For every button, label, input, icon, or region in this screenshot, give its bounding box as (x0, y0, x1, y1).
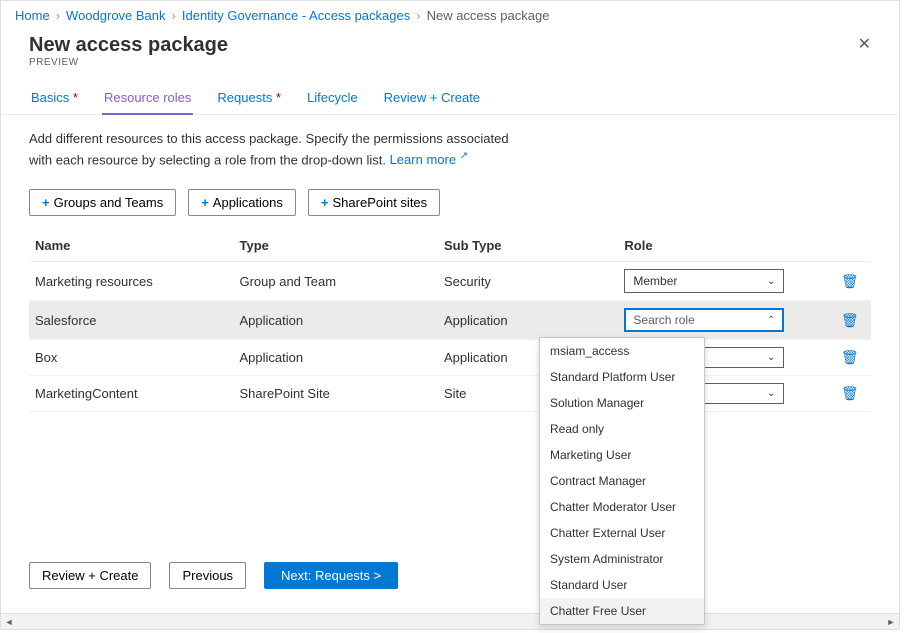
delete-icon[interactable]: 🗑 (841, 385, 859, 401)
dropdown-option[interactable]: Standard User (540, 572, 704, 598)
chevron-down-icon: ⌄ (767, 388, 775, 399)
external-link-icon: ↗ (460, 151, 468, 162)
previous-button[interactable]: Previous (169, 562, 246, 589)
add-resource-buttons: + Groups and Teams + Applications + Shar… (1, 169, 899, 226)
chevron-right-icon: › (170, 8, 178, 23)
dropdown-option[interactable]: System Administrator (540, 546, 704, 572)
tab-review-create[interactable]: Review + Create (382, 90, 482, 114)
dropdown-option[interactable]: Marketing User (540, 442, 704, 468)
tab-bar: Basics * Resource roles Requests * Lifec… (1, 68, 899, 115)
table-row: MarketingContent SharePoint Site Site ⌄ … (29, 376, 871, 412)
preview-label: PREVIEW (29, 57, 228, 68)
add-sharepoint-sites-button[interactable]: + SharePoint sites (308, 189, 440, 216)
dropdown-option[interactable]: Chatter Free User (540, 598, 704, 624)
scroll-right-icon[interactable]: ► (883, 617, 899, 627)
cell-name: Box (29, 340, 233, 376)
horizontal-scrollbar[interactable]: ◄ ► (1, 613, 899, 629)
review-create-button[interactable]: Review + Create (29, 562, 151, 589)
chevron-up-icon: ⌃ (767, 315, 775, 326)
footer-buttons: Review + Create Previous Next: Requests … (29, 562, 398, 589)
table-row: Salesforce Application Application Searc… (29, 301, 871, 340)
col-header-name[interactable]: Name (29, 230, 233, 262)
plus-icon: + (321, 195, 329, 210)
role-select[interactable]: Search role ⌃ (624, 308, 784, 332)
dropdown-option[interactable]: Contract Manager (540, 468, 704, 494)
breadcrumb-link[interactable]: Home (15, 8, 50, 23)
cell-type: Application (233, 301, 437, 340)
table-row: Marketing resources Group and Team Secur… (29, 262, 871, 301)
add-applications-button[interactable]: + Applications (188, 189, 296, 216)
plus-icon: + (42, 195, 50, 210)
dropdown-option[interactable]: Chatter External User (540, 520, 704, 546)
cell-name: Salesforce (29, 301, 233, 340)
delete-icon[interactable]: 🗑 (841, 312, 859, 328)
table-header-row: Name Type Sub Type Role (29, 230, 871, 262)
scroll-left-icon[interactable]: ◄ (1, 617, 17, 627)
breadcrumb-link[interactable]: Woodgrove Bank (66, 8, 166, 23)
breadcrumb-link[interactable]: Identity Governance - Access packages (182, 8, 410, 23)
add-groups-teams-button[interactable]: + Groups and Teams (29, 189, 176, 216)
tab-resource-roles[interactable]: Resource roles (102, 90, 193, 115)
breadcrumb-current: New access package (427, 8, 550, 23)
page-header: New access package PREVIEW ✕ (1, 27, 899, 68)
tab-basics[interactable]: Basics * (29, 90, 80, 114)
dropdown-option[interactable]: Read only (540, 416, 704, 442)
table-row: Box Application Application ⌄ 🗑 (29, 340, 871, 376)
required-indicator: * (272, 90, 281, 105)
col-header-role[interactable]: Role (618, 230, 835, 262)
dropdown-option[interactable]: msiam_access (540, 338, 704, 364)
required-indicator: * (69, 90, 78, 105)
tab-lifecycle[interactable]: Lifecycle (305, 90, 360, 114)
cell-name: MarketingContent (29, 376, 233, 412)
cell-type: Application (233, 340, 437, 376)
col-header-type[interactable]: Type (233, 230, 437, 262)
dropdown-option[interactable]: Solution Manager (540, 390, 704, 416)
close-icon[interactable]: ✕ (850, 33, 879, 57)
delete-icon[interactable]: 🗑 (841, 349, 859, 365)
delete-icon[interactable]: 🗑 (841, 273, 859, 289)
dropdown-option[interactable]: Standard Platform User (540, 364, 704, 390)
cell-subtype: Security (438, 262, 618, 301)
page-root: Home › Woodgrove Bank › Identity Governa… (0, 0, 900, 630)
cell-subtype: Application (438, 301, 618, 340)
page-title: New access package (29, 33, 228, 57)
description-text: Add different resources to this access p… (1, 115, 561, 169)
tab-requests[interactable]: Requests * (215, 90, 283, 114)
scrollbar-track[interactable] (17, 614, 883, 629)
cell-type: SharePoint Site (233, 376, 437, 412)
next-button[interactable]: Next: Requests > (264, 562, 398, 589)
breadcrumb: Home › Woodgrove Bank › Identity Governa… (1, 1, 899, 27)
chevron-right-icon: › (54, 8, 62, 23)
cell-type: Group and Team (233, 262, 437, 301)
dropdown-option[interactable]: Chatter Moderator User (540, 494, 704, 520)
role-dropdown: msiam_access Standard Platform User Solu… (539, 337, 705, 625)
col-header-subtype[interactable]: Sub Type (438, 230, 618, 262)
chevron-down-icon: ⌄ (767, 352, 775, 363)
resources-table: Name Type Sub Type Role Marketing resour… (29, 230, 871, 412)
chevron-down-icon: ⌄ (767, 276, 775, 287)
role-select[interactable]: Member ⌄ (624, 269, 784, 293)
chevron-right-icon: › (414, 8, 422, 23)
cell-name: Marketing resources (29, 262, 233, 301)
plus-icon: + (201, 195, 209, 210)
learn-more-link[interactable]: Learn more ↗ (390, 152, 469, 167)
